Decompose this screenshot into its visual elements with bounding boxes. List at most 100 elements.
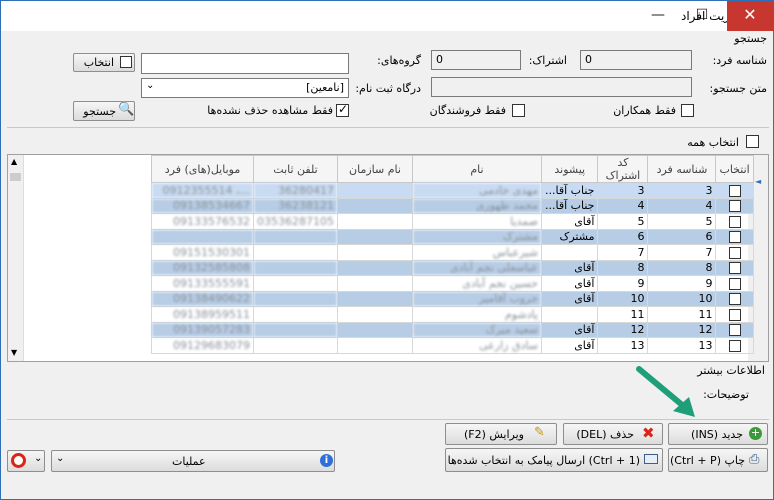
row-name[interactable]: سعید میرک xyxy=(411,321,542,338)
row-org[interactable] xyxy=(336,306,413,323)
row-name[interactable]: صمدیا xyxy=(411,213,542,230)
row-mobile[interactable]: 09151530301 xyxy=(151,244,254,261)
row-checkbox[interactable] xyxy=(728,277,741,290)
row-select-cell[interactable] xyxy=(715,275,754,292)
row-person-id[interactable]: 10 xyxy=(647,290,717,307)
reg-gateway-select[interactable]: [نامعین] ⌄ xyxy=(141,78,349,98)
row-person-id[interactable]: 6 xyxy=(647,228,717,245)
row-mobile[interactable]: 0912355514 ،... xyxy=(151,182,254,199)
only-not-deleted-checkbox[interactable] xyxy=(336,102,349,117)
row-person-id[interactable]: 4 xyxy=(647,197,717,214)
row-sub-code[interactable]: 13 xyxy=(597,337,649,354)
row-phone[interactable]: 36280417 xyxy=(253,182,338,199)
table-row[interactable]: 12 12 آقای سعید میرک 09139057283 xyxy=(151,321,754,338)
col-phone[interactable]: تلفن ثابت xyxy=(253,155,338,183)
row-sub-code[interactable]: 9 xyxy=(597,275,649,292)
row-prefix[interactable] xyxy=(540,244,599,261)
row-phone[interactable] xyxy=(253,244,338,261)
search-button[interactable]: 🔍 جستجو xyxy=(73,101,135,121)
row-select-cell[interactable] xyxy=(715,244,754,261)
row-checkbox[interactable] xyxy=(728,246,741,259)
new-button[interactable]: + (INS) جدید xyxy=(668,423,768,445)
row-name[interactable]: عباسعلی نجم آبادی xyxy=(411,259,542,276)
row-select-cell[interactable] xyxy=(715,259,754,276)
row-org[interactable] xyxy=(336,337,413,354)
row-checkbox[interactable] xyxy=(728,184,741,197)
table-row[interactable]: 6 6 مشترک مشترک xyxy=(151,228,754,245)
row-prefix[interactable] xyxy=(540,306,599,323)
row-phone[interactable] xyxy=(253,290,338,307)
col-select[interactable]: انتخاب xyxy=(715,155,754,183)
row-checkbox[interactable] xyxy=(728,293,741,306)
table-row[interactable]: 4 4 جناب آقا... محمد ظهوری 36238121 091385346… xyxy=(151,197,754,214)
row-person-id[interactable]: 12 xyxy=(647,321,717,338)
row-person-id[interactable]: 5 xyxy=(647,213,717,230)
minimize-button[interactable]: — xyxy=(637,1,679,31)
row-org[interactable] xyxy=(336,182,413,199)
row-sub-code[interactable]: 12 xyxy=(597,321,649,338)
row-checkbox[interactable] xyxy=(728,339,741,352)
delete-button[interactable]: ✖ (DEL) حذف xyxy=(563,423,663,445)
scroll-thumb[interactable] xyxy=(10,173,21,181)
row-phone[interactable]: 36238121 xyxy=(253,197,338,214)
row-checkbox[interactable] xyxy=(728,231,741,244)
row-mobile[interactable]: 09138490622 xyxy=(151,290,254,307)
row-prefix[interactable]: آقای xyxy=(540,290,599,307)
scroll-down-icon[interactable]: ▼ xyxy=(11,348,17,357)
row-prefix[interactable]: جناب آقا... xyxy=(540,182,599,199)
row-person-id[interactable]: 3 xyxy=(647,182,717,199)
table-row[interactable]: 3 3 جناب آقا... مهدی خادمی 36280417 091235551… xyxy=(151,182,754,199)
row-phone[interactable]: 03536287105 xyxy=(253,213,338,230)
row-name[interactable]: محمد ظهوری xyxy=(411,197,542,214)
groups-field[interactable] xyxy=(141,53,349,74)
row-person-id[interactable]: 8 xyxy=(647,259,717,276)
operations-dropdown[interactable]: i عملیات ⌄ xyxy=(51,450,335,472)
maximize-button[interactable]: ☐ xyxy=(681,1,723,31)
row-person-id[interactable]: 9 xyxy=(647,275,717,292)
row-sub-code[interactable]: 7 xyxy=(597,244,649,261)
person-id-field[interactable]: 0 xyxy=(580,50,692,70)
row-checkbox[interactable] xyxy=(728,200,741,213)
table-row[interactable]: 7 7 شیرعباس 09151530301 xyxy=(151,244,754,261)
row-org[interactable] xyxy=(336,275,413,292)
row-phone[interactable] xyxy=(253,337,338,354)
row-sub-code[interactable]: 6 xyxy=(597,228,649,245)
row-select-cell[interactable] xyxy=(715,290,754,307)
row-prefix[interactable]: جناب آقا... xyxy=(540,197,599,214)
search-text-field[interactable] xyxy=(431,77,692,97)
row-checkbox[interactable] xyxy=(728,262,741,275)
row-sub-code[interactable]: 11 xyxy=(597,306,649,323)
row-checkbox[interactable] xyxy=(728,308,741,321)
col-prefix[interactable]: پیشوند xyxy=(540,155,599,183)
row-phone[interactable] xyxy=(253,275,338,292)
row-mobile[interactable]: 09138534667 xyxy=(151,197,254,214)
table-row[interactable]: 11 11 پادشوم 09138959511 xyxy=(151,306,754,323)
row-person-id[interactable]: 7 xyxy=(647,244,717,261)
row-org[interactable] xyxy=(336,244,413,261)
row-phone[interactable] xyxy=(253,321,338,338)
row-mobile[interactable] xyxy=(151,228,254,245)
only-colleagues-checkbox[interactable] xyxy=(681,104,694,117)
close-button[interactable]: ✕ xyxy=(727,1,773,31)
row-org[interactable] xyxy=(336,197,413,214)
row-name[interactable]: شیرعباس xyxy=(411,244,542,261)
row-prefix[interactable]: آقای xyxy=(540,213,599,230)
row-prefix[interactable]: آقای xyxy=(540,321,599,338)
row-name[interactable]: مشترک xyxy=(411,228,542,245)
col-sub-code[interactable]: کد اشتراک xyxy=(597,155,649,183)
row-name[interactable]: جروب آقامیر xyxy=(411,290,542,307)
scroll-up-icon[interactable]: ▲ xyxy=(11,157,17,166)
row-sub-code[interactable]: 5 xyxy=(597,213,649,230)
row-phone[interactable] xyxy=(253,228,338,245)
col-name[interactable]: نام xyxy=(411,155,542,183)
row-mobile[interactable]: 09129683079 xyxy=(151,337,254,354)
row-checkbox[interactable] xyxy=(728,324,741,337)
row-mobile[interactable]: 09138959511 xyxy=(151,306,254,323)
row-sub-code[interactable]: 4 xyxy=(597,197,649,214)
row-prefix[interactable]: آقای xyxy=(540,259,599,276)
row-select-cell[interactable] xyxy=(715,337,754,354)
row-select-cell[interactable] xyxy=(715,321,754,338)
row-select-cell[interactable] xyxy=(715,213,754,230)
row-org[interactable] xyxy=(336,213,413,230)
row-name[interactable]: حسین نجم آبادی xyxy=(411,275,542,292)
